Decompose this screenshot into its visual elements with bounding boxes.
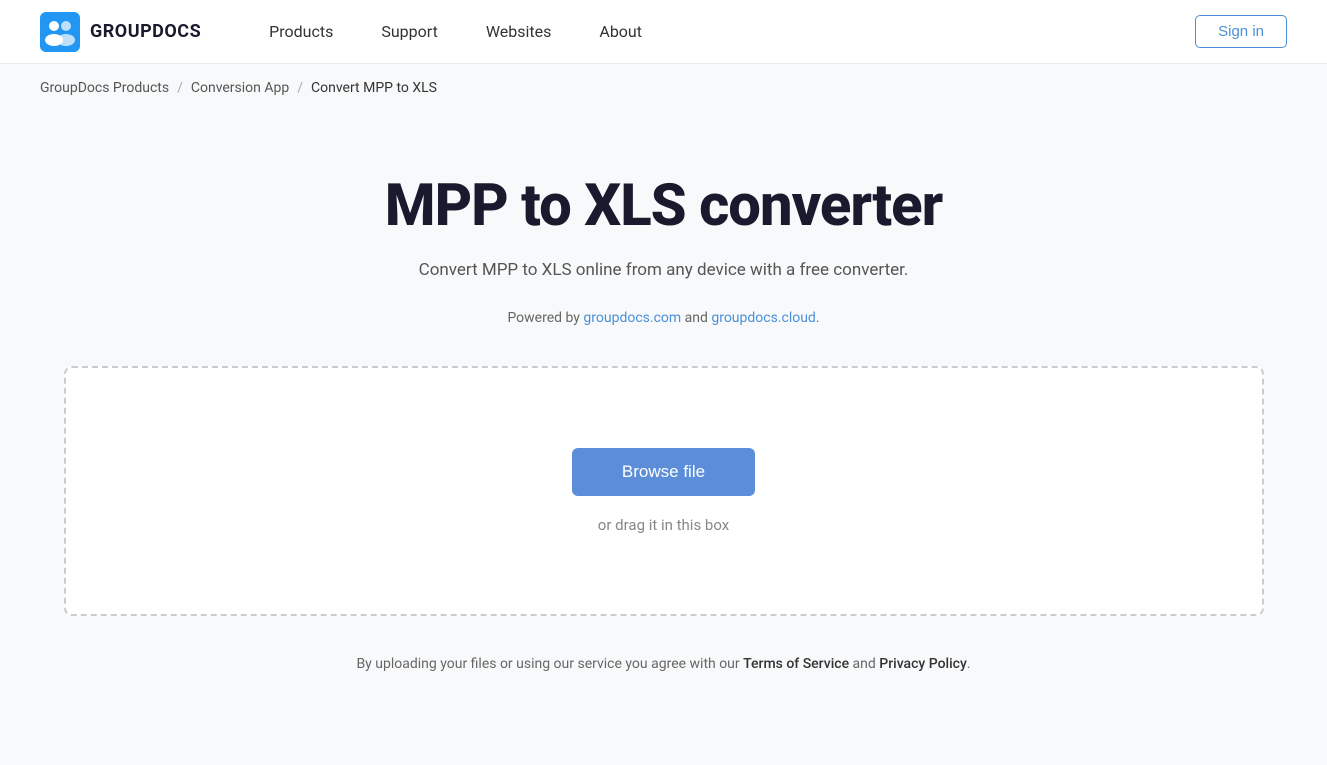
nav-about[interactable]: About bbox=[599, 22, 642, 41]
footer-note: By uploading your files or using our ser… bbox=[356, 656, 970, 672]
header: GROUPDOCS Products Support Websites Abou… bbox=[0, 0, 1327, 64]
footer-note-prefix: By uploading your files or using our ser… bbox=[356, 656, 743, 672]
header-left: GROUPDOCS Products Support Websites Abou… bbox=[40, 12, 642, 52]
logo-icon bbox=[40, 12, 80, 52]
breadcrumb: GroupDocs Products / Conversion App / Co… bbox=[0, 64, 1327, 112]
logo-text: GROUPDOCS bbox=[90, 21, 201, 42]
groupdocs-cloud-link[interactable]: groupdocs.cloud bbox=[711, 310, 816, 326]
browse-file-button[interactable]: Browse file bbox=[572, 448, 755, 496]
drag-text: or drag it in this box bbox=[598, 516, 729, 534]
breadcrumb-item-2[interactable]: Conversion App bbox=[191, 80, 289, 96]
terms-of-service-link[interactable]: Terms of Service bbox=[743, 656, 849, 672]
header-right: Sign in bbox=[1195, 15, 1287, 48]
upload-drop-zone[interactable]: Browse file or drag it in this box bbox=[64, 366, 1264, 616]
main-nav: Products Support Websites About bbox=[269, 22, 642, 41]
nav-support[interactable]: Support bbox=[381, 22, 437, 41]
footer-note-middle: and bbox=[849, 656, 879, 672]
powered-by-middle: and bbox=[681, 310, 711, 326]
breadcrumb-item-1[interactable]: GroupDocs Products bbox=[40, 80, 169, 96]
breadcrumb-item-3: Convert MPP to XLS bbox=[311, 80, 437, 96]
powered-by-suffix: . bbox=[816, 310, 820, 326]
nav-products[interactable]: Products bbox=[269, 22, 333, 41]
main-content: MPP to XLS converter Convert MPP to XLS … bbox=[0, 112, 1327, 712]
breadcrumb-sep-2: / bbox=[297, 80, 303, 96]
logo[interactable]: GROUPDOCS bbox=[40, 12, 201, 52]
privacy-policy-link[interactable]: Privacy Policy bbox=[879, 656, 967, 672]
sign-in-button[interactable]: Sign in bbox=[1195, 15, 1287, 48]
footer-note-suffix: . bbox=[967, 656, 971, 672]
breadcrumb-sep-1: / bbox=[177, 80, 183, 96]
page-title: MPP to XLS converter bbox=[385, 172, 942, 240]
groupdocs-com-link[interactable]: groupdocs.com bbox=[583, 310, 681, 326]
powered-by: Powered by groupdocs.com and groupdocs.c… bbox=[507, 310, 819, 326]
powered-by-prefix: Powered by bbox=[507, 310, 583, 326]
nav-websites[interactable]: Websites bbox=[486, 22, 552, 41]
page-subtitle: Convert MPP to XLS online from any devic… bbox=[419, 260, 909, 280]
